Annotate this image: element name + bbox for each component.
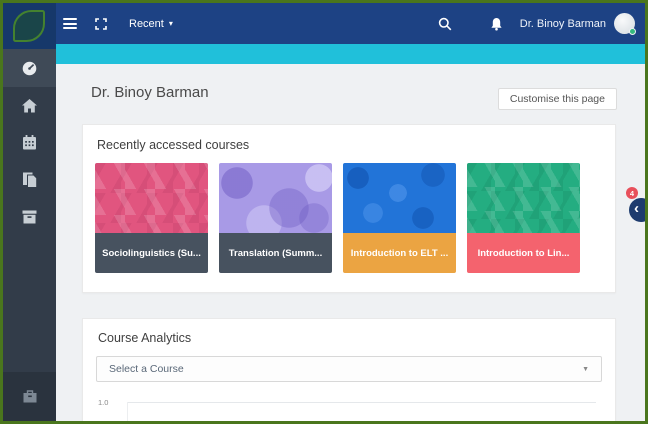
block-drawer-toggle-button[interactable]: ‹ 4	[629, 198, 648, 222]
main-content: Dr. Binoy Barman Customise this page Rec…	[56, 64, 645, 421]
chevron-down-icon: ▾	[169, 20, 173, 28]
sidebar-item-archive[interactable]	[3, 198, 56, 235]
y-axis-line	[127, 402, 128, 421]
sidebar-nav	[3, 49, 56, 421]
gridline	[127, 402, 596, 403]
course-name: Introduction to ELT ...	[343, 233, 456, 273]
course-image	[95, 163, 208, 233]
online-status-dot	[629, 28, 636, 35]
sidebar-item-files[interactable]	[3, 161, 56, 198]
chevron-down-icon: ▼	[582, 366, 589, 373]
top-navbar: Recent ▾ Dr. Binoy Barman	[3, 3, 645, 44]
y-axis-tick: 1.0	[98, 398, 108, 407]
recently-accessed-courses-panel: Recently accessed courses Sociolinguisti…	[82, 124, 616, 293]
toolbox-icon	[23, 390, 37, 403]
select-value: Select a Course	[109, 363, 184, 375]
course-cards-row: Sociolinguistics (Su... Translation (Sum…	[95, 163, 603, 273]
search-icon[interactable]	[438, 17, 452, 31]
recent-dropdown[interactable]: Recent ▾	[129, 18, 173, 30]
home-icon	[22, 99, 37, 113]
bell-icon[interactable]	[490, 17, 503, 31]
course-image	[219, 163, 332, 233]
leaf-logo-icon	[13, 10, 45, 42]
app-window: Recent ▾ Dr. Binoy Barman	[0, 0, 648, 424]
course-select-dropdown[interactable]: Select a Course ▼	[96, 356, 602, 382]
course-card-intro-elt[interactable]: Introduction to ELT ...	[343, 163, 456, 273]
course-image	[343, 163, 456, 233]
site-logo[interactable]	[3, 3, 56, 49]
sidebar-item-home[interactable]	[3, 87, 56, 124]
copy-files-icon	[22, 172, 38, 188]
analytics-chart: 1.0 0.8	[96, 398, 602, 421]
recent-label: Recent	[129, 18, 164, 30]
user-menu[interactable]: Dr. Binoy Barman	[520, 18, 606, 30]
course-name: Sociolinguistics (Su...	[95, 233, 208, 273]
sidebar-item-admin-tools[interactable]	[3, 372, 56, 421]
accent-strip	[56, 44, 645, 64]
panel-title: Course Analytics	[98, 331, 602, 345]
menu-toggle-icon[interactable]	[63, 18, 77, 29]
course-analytics-panel: Course Analytics Select a Course ▼ 1.0 0…	[82, 318, 616, 421]
fullscreen-icon[interactable]	[95, 18, 107, 30]
course-card-sociolinguistics[interactable]: Sociolinguistics (Su...	[95, 163, 208, 273]
tachometer-icon	[21, 60, 38, 77]
course-card-intro-linguistics[interactable]: Introduction to Lin...	[467, 163, 580, 273]
calendar-icon	[22, 135, 37, 150]
notification-badge: 4	[626, 187, 638, 199]
page-title: Dr. Binoy Barman	[91, 84, 209, 101]
sidebar-item-calendar[interactable]	[3, 124, 56, 161]
chevron-left-icon: ‹	[634, 200, 639, 218]
panel-title: Recently accessed courses	[97, 138, 603, 152]
customise-page-button[interactable]: Customise this page	[498, 88, 617, 110]
sidebar-item-dashboard[interactable]	[3, 49, 56, 87]
avatar[interactable]	[614, 13, 635, 34]
course-card-translation[interactable]: Translation (Summ...	[219, 163, 332, 273]
course-image	[467, 163, 580, 233]
course-name: Introduction to Lin...	[467, 233, 580, 273]
archive-box-icon	[22, 210, 37, 224]
course-name: Translation (Summ...	[219, 233, 332, 273]
